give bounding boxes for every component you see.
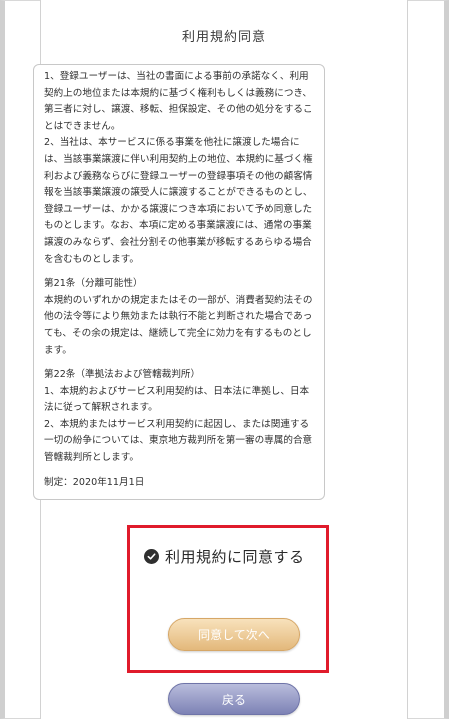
terms-paragraph: 2、当社は、本サービスに係る事業を他社に譲渡した場合には、当該事業譲渡に伴い利用… xyxy=(44,137,313,265)
checkmark-icon[interactable] xyxy=(144,549,159,564)
terms-scroll-box[interactable]: 1、登録ユーザーは、当社の書面による事前の承諾なく、利用契約上の地位または本規約… xyxy=(33,64,325,500)
agree-next-button[interactable]: 同意して次へ xyxy=(168,618,300,651)
back-button[interactable]: 戻る xyxy=(168,683,300,715)
agree-checkbox-row[interactable]: 利用規約に同意する xyxy=(144,546,305,567)
terms-paragraph: 1、登録ユーザーは、当社の書面による事前の承諾なく、利用契約上の地位または本規約… xyxy=(44,71,313,132)
terms-paragraph: 本規約のいずれかの規定またはその一部が、消費者契約法その他の法令等により無効また… xyxy=(44,294,313,356)
page-title: 利用規約同意 xyxy=(181,30,266,45)
terms-enactment-date: 制定：2020年11月1日 xyxy=(44,476,145,488)
terms-article-heading: 第21条（分離可能性） xyxy=(44,278,143,290)
terms-article-heading: 第22条（準拠法および管轄裁判所） xyxy=(44,369,201,381)
terms-paragraph: 1、本規約およびサービス利用契約は、日本法に準拠し、日本法に従って解釈されます。 xyxy=(44,385,310,414)
terms-paragraph: 2、本規約またはサービス利用契約に起因し、または関連する一切の紛争については、東… xyxy=(44,418,313,464)
agree-checkbox-label[interactable]: 利用規約に同意する xyxy=(165,546,305,567)
terms-text: 1、登録ユーザーは、当社の書面による事前の承諾なく、利用契約上の地位または本規約… xyxy=(44,69,316,491)
